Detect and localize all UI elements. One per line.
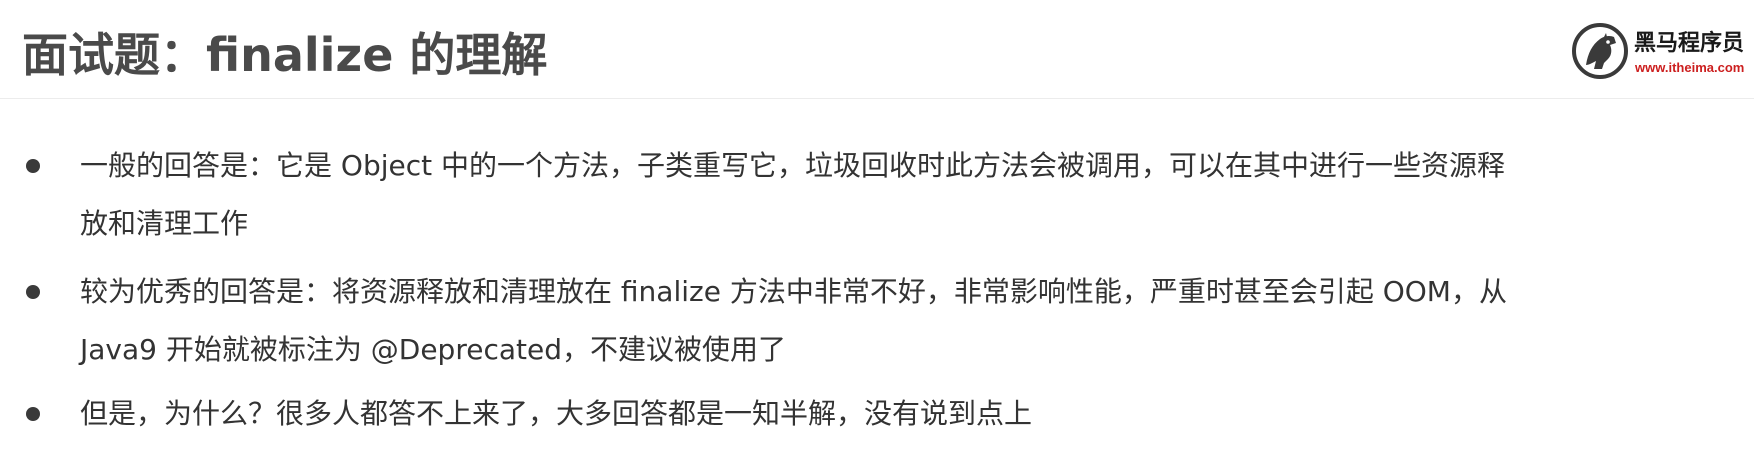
bullet-dot-icon xyxy=(26,285,40,299)
bullet-text: 较为优秀的回答是：将资源释放和清理放在 finalize 方法中非常不好，非常影… xyxy=(80,263,1680,379)
bullet-line: 放和清理工作 xyxy=(80,207,249,240)
slide: 面试题：finalize 的理解 黑马程序员 www.itheima.com 一… xyxy=(0,0,1754,473)
brand-url: www.itheima.com xyxy=(1635,60,1745,75)
bullet-line: Java9 开始就被标注为 @Deprecated，不建议被使用了 xyxy=(80,333,786,366)
bullet-text: 但是，为什么？很多人都答不上来了，大多回答都是一知半解，没有说到点上 xyxy=(80,385,1680,443)
slide-header: 面试题：finalize 的理解 黑马程序员 www.itheima.com xyxy=(0,0,1754,99)
horse-head-logo-icon xyxy=(1572,23,1628,79)
bullet-text: 一般的回答是：它是 Object 中的一个方法，子类重写它，垃圾回收时此方法会被… xyxy=(80,137,1680,253)
bullet-line: 但是，为什么？很多人都答不上来了，大多回答都是一知半解，没有说到点上 xyxy=(80,397,1033,430)
bullet-dot-icon xyxy=(26,407,40,421)
bullet-line: 一般的回答是：它是 Object 中的一个方法，子类重写它，垃圾回收时此方法会被… xyxy=(80,149,1505,182)
page-title: 面试题：finalize 的理解 xyxy=(22,28,548,82)
brand-logo: 黑马程序员 www.itheima.com xyxy=(1572,20,1754,82)
bullet-line: 较为优秀的回答是：将资源释放和清理放在 finalize 方法中非常不好，非常影… xyxy=(80,275,1507,308)
brand-name: 黑马程序员 xyxy=(1634,31,1745,56)
bullet-dot-icon xyxy=(26,159,40,173)
